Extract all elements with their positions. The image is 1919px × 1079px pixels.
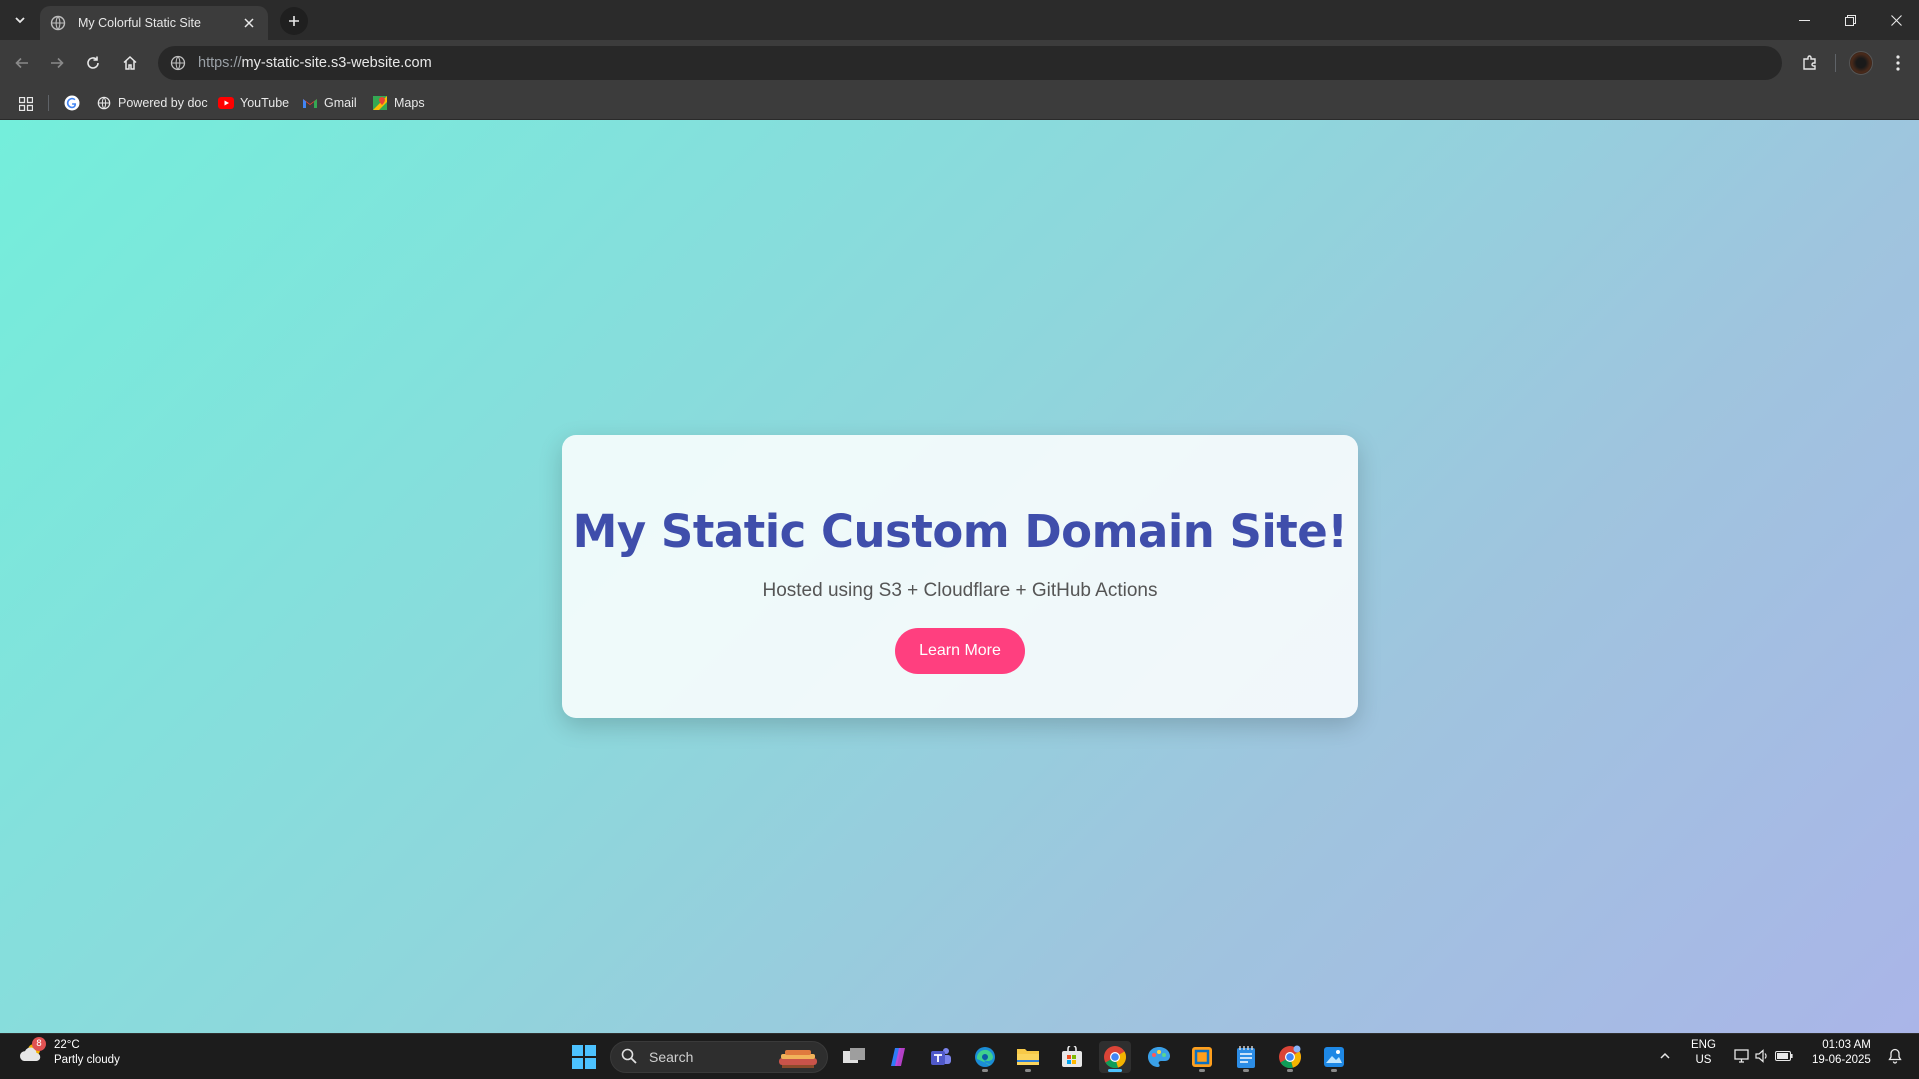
battery-icon[interactable] bbox=[1775, 1047, 1793, 1065]
apps-grid-icon[interactable] bbox=[14, 92, 38, 116]
globe-icon bbox=[50, 15, 66, 31]
language-line2: US bbox=[1695, 1054, 1712, 1066]
clock[interactable]: 01:03 AM 19-06-2025 bbox=[1812, 1038, 1871, 1068]
close-tab-icon[interactable] bbox=[240, 14, 258, 32]
microsoft-store-icon[interactable] bbox=[1056, 1041, 1088, 1073]
network-icon[interactable] bbox=[1733, 1047, 1751, 1065]
page-subtitle: Hosted using S3 + Cloudflare + GitHub Ac… bbox=[762, 580, 1158, 601]
volume-icon[interactable] bbox=[1753, 1047, 1771, 1065]
show-hidden-icons-chevron-up-icon[interactable] bbox=[1656, 1047, 1674, 1065]
url-scheme: https:// bbox=[198, 55, 242, 71]
start-windows-icon[interactable] bbox=[572, 1045, 596, 1069]
notepad-icon[interactable] bbox=[1230, 1041, 1262, 1073]
remote-desktop-icon[interactable] bbox=[1186, 1041, 1218, 1073]
bookmarks-divider bbox=[48, 95, 49, 111]
task-view-icon[interactable] bbox=[838, 1041, 870, 1073]
weather-temp: 22°C bbox=[54, 1039, 80, 1051]
running-indicator bbox=[1331, 1069, 1337, 1072]
search-label: Search bbox=[649, 1049, 694, 1065]
search-highlight-illustration-icon bbox=[777, 1046, 819, 1070]
copilot-icon[interactable] bbox=[882, 1041, 914, 1073]
partly-cloudy-icon: 8 bbox=[18, 1037, 46, 1067]
running-indicator bbox=[1199, 1069, 1205, 1072]
gmail-icon bbox=[302, 95, 318, 111]
bookmark-google[interactable] bbox=[64, 91, 80, 115]
chrome-beta-icon[interactable] bbox=[1274, 1041, 1306, 1073]
youtube-icon bbox=[218, 95, 234, 111]
running-indicator bbox=[1243, 1069, 1249, 1072]
bookmark-youtube[interactable]: YouTube bbox=[218, 91, 289, 115]
hero-card: My Static Custom Domain Site! Hosted usi… bbox=[562, 435, 1358, 718]
minimize-icon[interactable] bbox=[1782, 6, 1826, 34]
url-text[interactable]: https://my-static-site.s3-website.com bbox=[198, 55, 432, 71]
running-indicator bbox=[982, 1069, 988, 1072]
notification-bell-icon[interactable] bbox=[1886, 1047, 1904, 1065]
browser-tab[interactable]: My Colorful Static Site bbox=[40, 6, 268, 40]
running-indicator bbox=[1108, 1069, 1122, 1072]
bookmarks-bar: Powered by doc YouTube Gmail Maps bbox=[0, 86, 1919, 120]
maps-pin-icon bbox=[372, 95, 388, 111]
toolbar-divider bbox=[1835, 54, 1836, 72]
paint-icon[interactable] bbox=[1143, 1041, 1175, 1073]
forward-arrow-icon[interactable] bbox=[43, 49, 71, 77]
photos-icon[interactable] bbox=[1318, 1041, 1350, 1073]
running-indicator bbox=[1287, 1069, 1293, 1072]
teams-icon[interactable] bbox=[925, 1041, 957, 1073]
bookmark-label: Maps bbox=[394, 96, 425, 110]
bookmark-gmail[interactable]: Gmail bbox=[302, 91, 357, 115]
weather-widget[interactable]: 8 22°C Partly cloudy bbox=[18, 1037, 120, 1068]
clock-date: 19-06-2025 bbox=[1812, 1054, 1871, 1066]
url-host: my-static-site.s3-website.com bbox=[241, 55, 432, 71]
extensions-puzzle-icon[interactable] bbox=[1796, 49, 1824, 77]
learn-more-button[interactable]: Learn More bbox=[895, 628, 1025, 674]
bookmark-label: YouTube bbox=[240, 96, 290, 110]
globe-icon bbox=[96, 95, 112, 111]
profile-avatar[interactable] bbox=[1849, 51, 1873, 75]
running-indicator bbox=[1025, 1069, 1031, 1072]
browser-toolbar: https://my-static-site.s3-website.com bbox=[0, 40, 1919, 86]
weather-notification-badge: 8 bbox=[32, 1037, 46, 1051]
chrome-icon[interactable] bbox=[1099, 1041, 1131, 1073]
home-icon[interactable] bbox=[116, 49, 144, 77]
close-window-icon[interactable] bbox=[1874, 6, 1918, 34]
google-icon bbox=[64, 95, 80, 111]
more-menu-icon[interactable] bbox=[1884, 49, 1912, 77]
bookmark-label: Gmail bbox=[324, 96, 357, 110]
bookmark-maps[interactable]: Maps bbox=[372, 91, 425, 115]
file-explorer-icon[interactable] bbox=[1012, 1041, 1044, 1073]
browser-tab-strip: My Colorful Static Site bbox=[0, 0, 1919, 40]
clock-time: 01:03 AM bbox=[1822, 1039, 1871, 1051]
tab-search-chevron-icon[interactable] bbox=[8, 8, 32, 32]
reload-icon[interactable] bbox=[79, 49, 107, 77]
page-viewport: My Static Custom Domain Site! Hosted usi… bbox=[0, 120, 1919, 1033]
bookmark-label: Powered by doc bbox=[118, 96, 208, 110]
address-bar[interactable]: https://my-static-site.s3-website.com bbox=[158, 46, 1782, 80]
search-icon bbox=[621, 1048, 639, 1066]
language-indicator[interactable]: ENG US bbox=[1691, 1038, 1716, 1068]
restore-icon[interactable] bbox=[1828, 6, 1872, 34]
weather-condition: Partly cloudy bbox=[54, 1054, 120, 1066]
bookmark-powered-by-doc[interactable]: Powered by doc bbox=[96, 91, 208, 115]
taskbar-search-box[interactable]: Search bbox=[610, 1041, 828, 1073]
tab-title: My Colorful Static Site bbox=[78, 16, 201, 30]
back-arrow-icon[interactable] bbox=[8, 49, 36, 77]
new-tab-button[interactable] bbox=[280, 7, 308, 35]
edge-icon[interactable] bbox=[969, 1041, 1001, 1073]
page-heading: My Static Custom Domain Site! bbox=[572, 505, 1348, 558]
windows-taskbar: 8 22°C Partly cloudy Search ENG US 01:03… bbox=[0, 1033, 1919, 1079]
site-info-icon[interactable] bbox=[168, 53, 188, 73]
language-line1: ENG bbox=[1691, 1039, 1716, 1051]
